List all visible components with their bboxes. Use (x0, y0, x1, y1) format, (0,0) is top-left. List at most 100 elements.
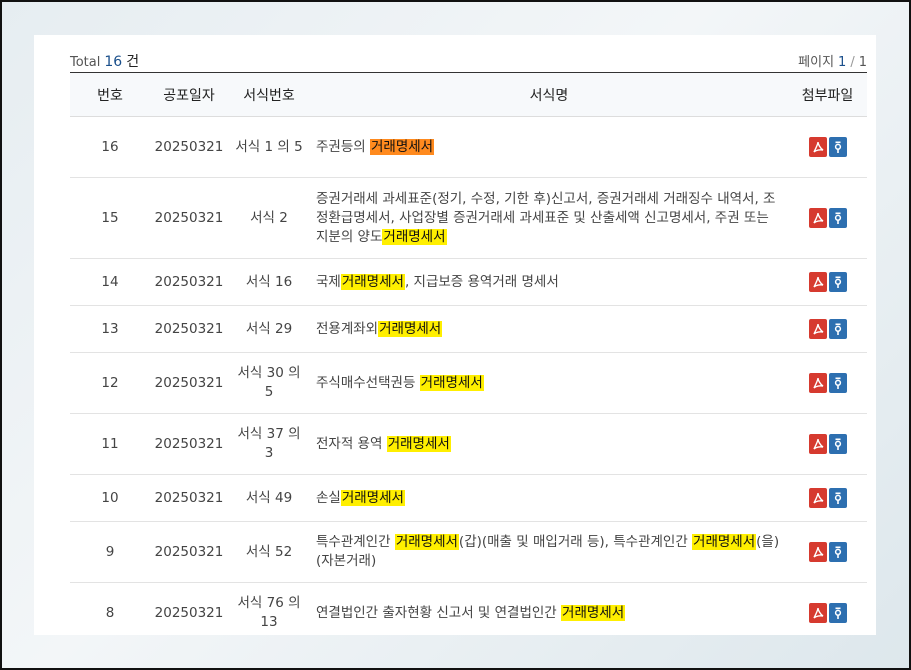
row-form-number: 서식 37 의 3 (228, 413, 310, 475)
pdf-download-icon[interactable] (808, 373, 827, 393)
row-date: 20250321 (150, 413, 228, 475)
search-highlight: 거래명세서 (419, 374, 484, 391)
row-number: 16 (70, 116, 150, 178)
column-header-number: 번호 (70, 72, 150, 117)
form-table: 번호 공포일자 서식번호 서식명 첨부파일 16 20250321 서식 1 의 5… (70, 72, 867, 635)
total-label: Total (70, 55, 101, 70)
pdf-download-icon[interactable] (808, 603, 827, 623)
column-header-form-name: 서식명 (310, 72, 788, 117)
row-form-title-link[interactable]: 주식매수선택권등 거래명세서 (310, 352, 788, 414)
page-indicator: 페이지 1/1 (798, 51, 867, 70)
search-highlight: 거래명세서 (340, 273, 405, 290)
row-attachments (788, 258, 867, 306)
row-attachments (788, 521, 867, 583)
row-form-number: 서식 2 (228, 177, 310, 259)
row-form-number: 서식 16 (228, 258, 310, 306)
search-highlight: 거래명세서 (394, 534, 459, 550)
row-form-title-link[interactable]: 국제거래명세서, 지급보증 용역거래 명세서 (310, 258, 788, 306)
pdf-download-icon[interactable] (808, 137, 827, 157)
search-highlight: 거래명세서 (382, 228, 447, 245)
pdf-download-icon[interactable] (808, 488, 827, 508)
current-page: 1 (838, 55, 847, 70)
row-number: 15 (70, 177, 150, 259)
hwp-download-icon[interactable] (828, 137, 847, 157)
table-row[interactable]: 9 20250321 서식 52 특수관계인간 거래명세서(갑)(매출 및 매입거래 … (70, 521, 867, 583)
hwp-download-icon[interactable] (828, 272, 847, 292)
row-form-title-link[interactable]: 특수관계인간 거래명세서(갑)(매출 및 매입거래 등), 특수관계인간 거래명… (310, 521, 788, 583)
row-form-number: 서식 76 의 13 (228, 582, 310, 635)
row-form-title-link[interactable]: 주권등의 거래명세서 (310, 116, 788, 178)
row-number: 10 (70, 474, 150, 522)
search-highlight: 거래명세서 (378, 320, 443, 337)
table-row[interactable]: 13 20250321 서식 29 전용계좌외거래명세서 (70, 305, 867, 353)
row-number: 14 (70, 258, 150, 306)
table-row[interactable]: 12 20250321 서식 30 의 5 주식매수선택권등 거래명세서 (70, 352, 867, 414)
hwp-download-icon[interactable] (828, 373, 847, 393)
result-summary: Total 16 건 페이지 1/1 (70, 49, 867, 71)
hwp-download-icon[interactable] (828, 434, 847, 454)
page-separator: / (850, 55, 855, 70)
row-date: 20250321 (150, 352, 228, 414)
search-highlight: 거래명세서 (386, 435, 451, 452)
row-attachments (788, 413, 867, 475)
table-header-row: 번호 공포일자 서식번호 서식명 첨부파일 (70, 72, 867, 117)
hwp-download-icon[interactable] (828, 488, 847, 508)
row-form-title-link[interactable]: 전용계좌외거래명세서 (310, 305, 788, 353)
row-form-number: 서식 1 의 5 (228, 116, 310, 178)
table-row[interactable]: 15 20250321 서식 2 증권거래세 과세표준(정기, 수정, 기한 후)신고… (70, 177, 867, 259)
table-row[interactable]: 8 20250321 서식 76 의 13 연결법인간 출자현황 신고서 및 연결법인… (70, 582, 867, 635)
title-text: 연결법인간 출자현황 신고서 및 연결법인간 (316, 604, 562, 621)
row-form-title-link[interactable]: 증권거래세 과세표준(정기, 수정, 기한 후)신고서, 증권거래세 거래징수 … (310, 177, 788, 259)
hwp-download-icon[interactable] (828, 319, 847, 339)
column-header-form-number: 서식번호 (228, 72, 310, 117)
row-number: 13 (70, 305, 150, 353)
row-form-title-link[interactable]: 전자적 용역 거래명세서 (310, 413, 788, 475)
row-attachments (788, 352, 867, 414)
title-text: , 지급보증 용역거래 명세서 (404, 273, 559, 290)
row-number: 8 (70, 582, 150, 635)
row-date: 20250321 (150, 116, 228, 178)
row-attachments (788, 305, 867, 353)
pdf-download-icon[interactable] (808, 272, 827, 292)
pdf-download-icon[interactable] (808, 542, 827, 562)
title-text: 전자적 용역 (316, 435, 387, 452)
title-text: 주권등의 (316, 138, 370, 155)
row-form-number: 서식 29 (228, 305, 310, 353)
title-text: (갑)(매출 및 매입거래 등), 특수관계인간 (458, 534, 693, 550)
total-unit: 건 (126, 54, 140, 70)
table-row[interactable]: 14 20250321 서식 16 국제거래명세서, 지급보증 용역거래 명세서 (70, 258, 867, 306)
search-highlight: 거래명세서 (369, 138, 435, 155)
title-text: 주식매수선택권등 (316, 374, 420, 391)
row-form-title-link[interactable]: 연결법인간 출자현황 신고서 및 연결법인간 거래명세서 (310, 582, 788, 635)
total-count: Total 16 건 (70, 51, 139, 71)
row-attachments (788, 116, 867, 178)
row-date: 20250321 (150, 305, 228, 353)
table-row[interactable]: 16 20250321 서식 1 의 5 주권등의 거래명세서 (70, 116, 867, 178)
column-header-attachments: 첨부파일 (788, 72, 867, 117)
row-form-title-link[interactable]: 손실거래명세서 (310, 474, 788, 522)
row-form-number: 서식 52 (228, 521, 310, 583)
hwp-download-icon[interactable] (828, 542, 847, 562)
table-row[interactable]: 10 20250321 서식 49 손실거래명세서 (70, 474, 867, 522)
row-number: 12 (70, 352, 150, 414)
title-text: 손실 (316, 489, 341, 506)
pdf-download-icon[interactable] (808, 434, 827, 454)
row-attachments (788, 582, 867, 635)
row-date: 20250321 (150, 177, 228, 259)
form-list-panel: Total 16 건 페이지 1/1 번호 공포일자 서식번호 서식명 첨부파일 16… (34, 35, 876, 635)
hwp-download-icon[interactable] (828, 603, 847, 623)
row-form-number: 서식 49 (228, 474, 310, 522)
row-date: 20250321 (150, 474, 228, 522)
row-number: 9 (70, 521, 150, 583)
search-highlight: 거래명세서 (692, 534, 757, 550)
row-date: 20250321 (150, 521, 228, 583)
pdf-download-icon[interactable] (808, 319, 827, 339)
row-form-number: 서식 30 의 5 (228, 352, 310, 414)
pdf-download-icon[interactable] (808, 208, 827, 228)
row-date: 20250321 (150, 582, 228, 635)
row-date: 20250321 (150, 258, 228, 306)
search-highlight: 거래명세서 (561, 604, 626, 621)
hwp-download-icon[interactable] (828, 208, 847, 228)
table-row[interactable]: 11 20250321 서식 37 의 3 전자적 용역 거래명세서 (70, 413, 867, 475)
title-text: 특수관계인간 (316, 534, 395, 550)
